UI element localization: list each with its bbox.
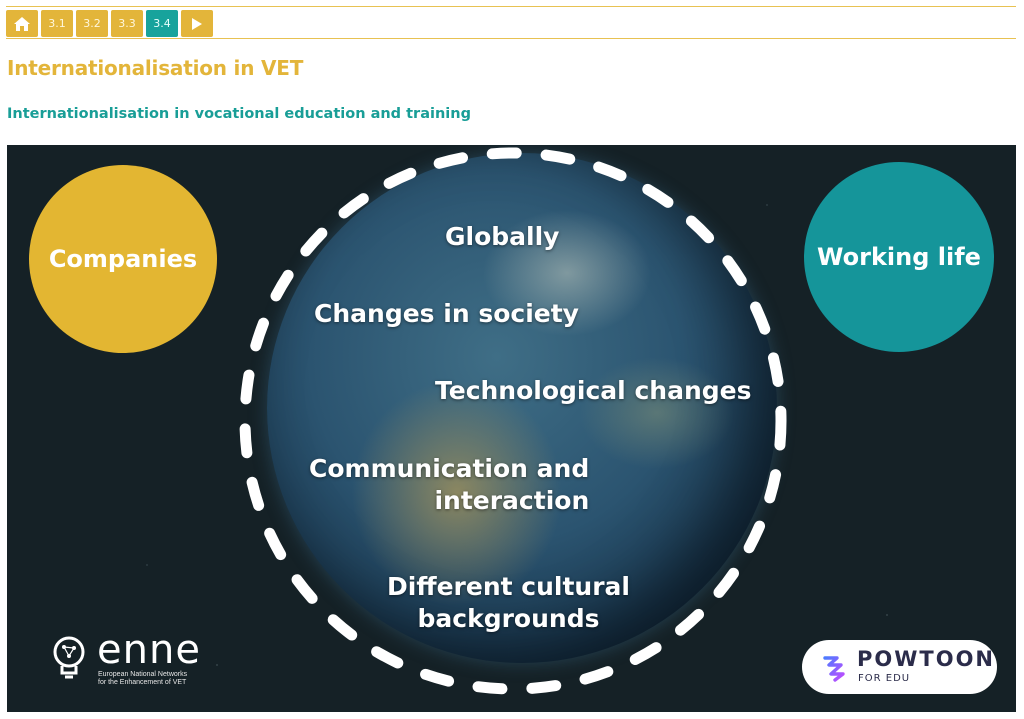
home-button[interactable] (6, 10, 38, 37)
powtoon-wordmark: POWTOON (857, 647, 996, 671)
communication-text: Communication and interaction (309, 453, 589, 517)
chapter-nav: 3.1 3.2 3.3 3.4 (6, 10, 213, 37)
technological-changes-text: Technological changes (435, 376, 752, 405)
cultural-line-2: backgrounds (417, 604, 600, 633)
nav-item-3-1[interactable]: 3.1 (41, 10, 73, 37)
lightbulb-network-icon (53, 636, 85, 679)
next-button[interactable] (181, 10, 213, 37)
page-title: Internationalisation in VET (7, 56, 304, 80)
enne-tagline-line-1: European National Networks (98, 671, 188, 678)
communication-line-2: interaction (434, 486, 590, 515)
working-life-label: Working life (817, 243, 981, 271)
video-player[interactable]: Companies Working life Globally Changes … (7, 145, 1016, 712)
powtoon-sub-label: FOR EDU (858, 673, 911, 684)
nav-item-3-4[interactable]: 3.4 (146, 10, 178, 37)
chapter-navigation-bar: 3.1 3.2 3.3 3.4 (6, 6, 1016, 39)
nav-item-3-2[interactable]: 3.2 (76, 10, 108, 37)
companies-circle: Companies (29, 165, 217, 353)
changes-in-society-text: Changes in society (314, 299, 579, 328)
nav-item-3-3[interactable]: 3.3 (111, 10, 143, 37)
companies-label: Companies (48, 245, 198, 273)
powtoon-icon (823, 656, 845, 682)
globally-text: Globally (445, 222, 560, 251)
working-life-circle: Working life (804, 162, 994, 352)
enne-tagline: European National Networks for the Enhan… (98, 671, 187, 687)
page-subtitle: Internationalisation in vocational educa… (7, 106, 471, 122)
enne-logo: enne European National Networks for the … (51, 627, 231, 703)
cultural-backgrounds-text: Different cultural backgrounds (387, 571, 630, 635)
home-icon (14, 16, 30, 31)
play-icon (192, 17, 202, 30)
enne-tagline-line-2: for the Enhancement of VET (98, 679, 187, 686)
enne-wordmark: enne (97, 627, 201, 673)
powtoon-logo[interactable]: POWTOON FOR EDU (802, 640, 997, 694)
cultural-line-1: Different cultural (387, 572, 630, 601)
communication-line-1: Communication and (309, 454, 590, 483)
